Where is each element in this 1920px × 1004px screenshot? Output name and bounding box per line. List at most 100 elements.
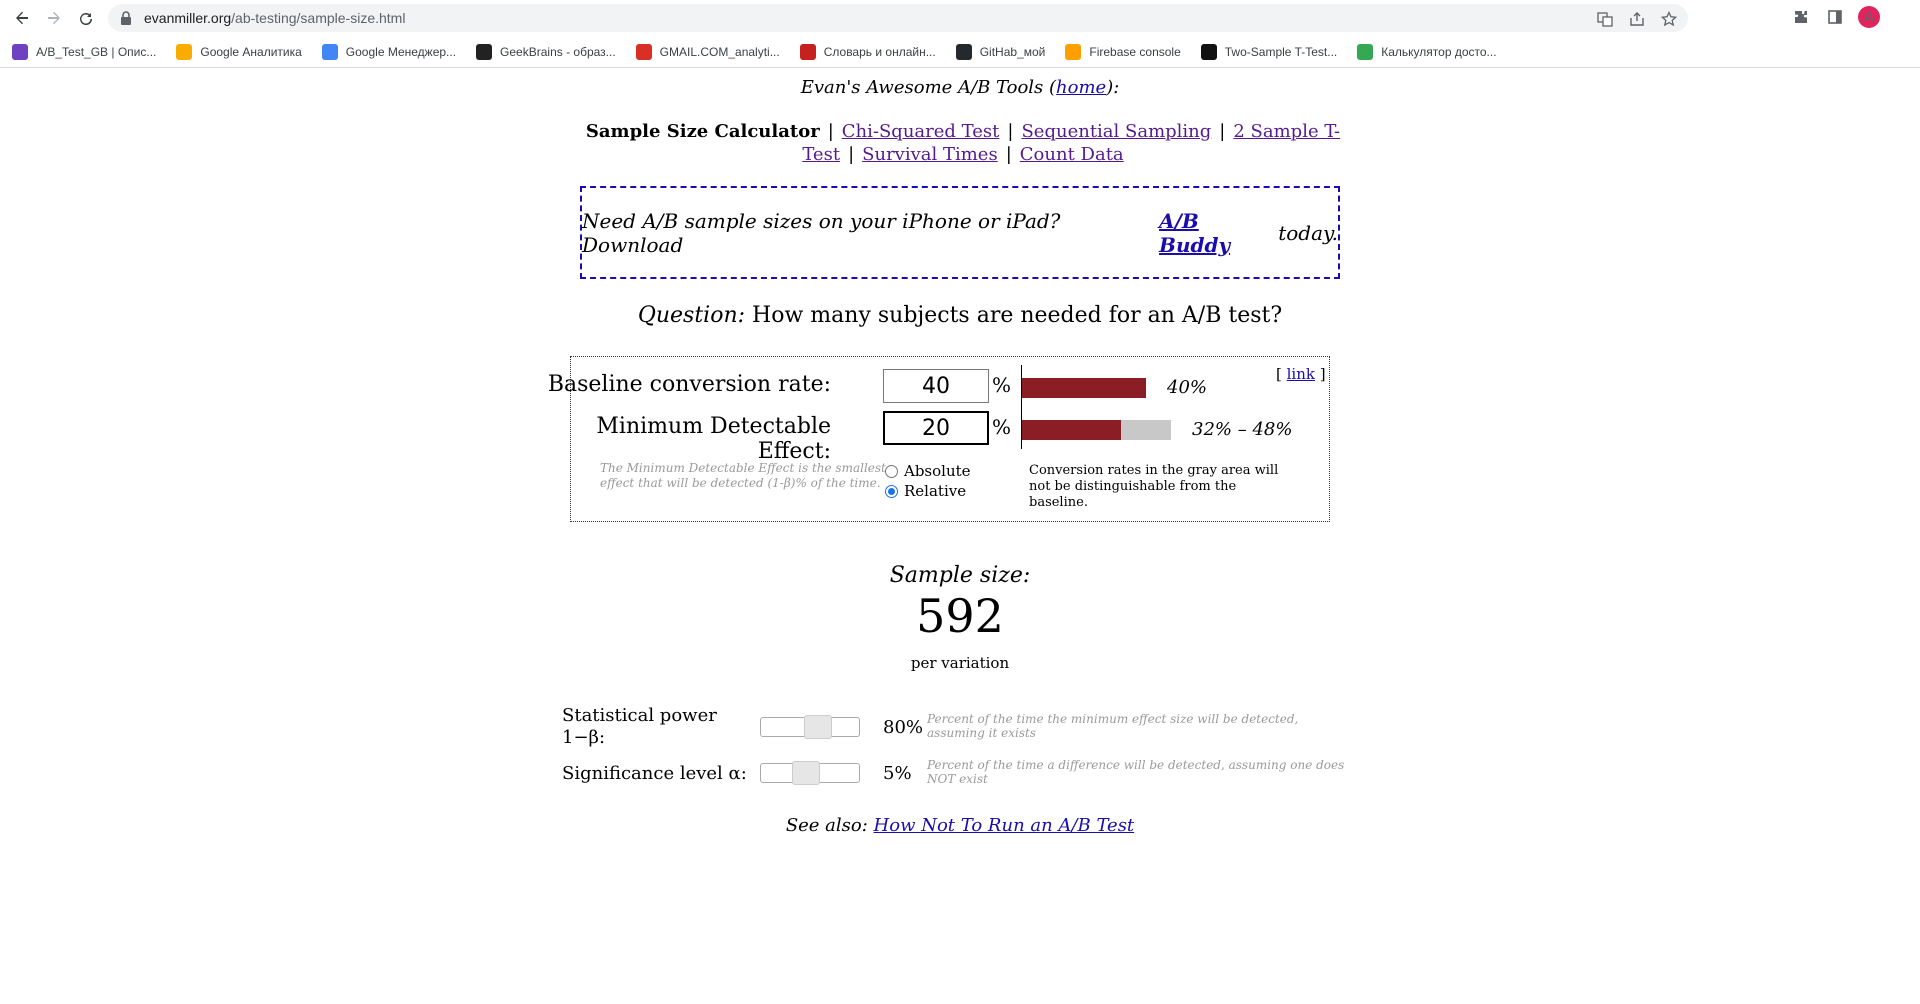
- bookmark-item[interactable]: Google Аналитика: [176, 43, 302, 60]
- see-also-label: See also:: [785, 815, 868, 836]
- question: Question: How many subjects are needed f…: [0, 303, 1920, 328]
- extensions-icon[interactable]: [1790, 6, 1812, 28]
- nav-separator: |: [827, 121, 834, 142]
- baseline-bar: [1022, 378, 1146, 398]
- mode-relative-option[interactable]: Relative: [885, 481, 971, 501]
- side-panel-icon[interactable]: [1824, 6, 1846, 28]
- see-also: See also: How Not To Run an A/B Test: [0, 815, 1920, 836]
- bookmark-label: Two-Sample T-Test...: [1224, 44, 1338, 59]
- bookmark-label: GitHab_мой: [979, 44, 1046, 59]
- nav-separator: |: [1219, 121, 1226, 142]
- bookmark-item[interactable]: Словарь и онлайн...: [799, 43, 936, 60]
- bookmark-label: Firebase console: [1089, 44, 1181, 59]
- power-label-line2: 1−β:: [562, 727, 606, 748]
- mode-relative-label: Relative: [904, 482, 967, 500]
- bookmark-label: Google Аналитика: [200, 44, 302, 59]
- calculator-panel: [ link ] Baseline conversion rate: % Min…: [548, 356, 1330, 522]
- nav-separator: |: [848, 144, 855, 165]
- power-value: 80%: [883, 717, 924, 738]
- url-path: /ab-testing/sample-size.html: [231, 10, 406, 26]
- url-domain: evanmiller.org: [144, 10, 232, 26]
- browser-toolbar: evanmiller.org/ab-testing/sample-size.ht…: [0, 0, 1920, 36]
- bookmark-item[interactable]: GitHab_мой: [955, 43, 1046, 60]
- alpha-value: 5%: [883, 763, 912, 784]
- reload-icon[interactable]: [74, 6, 98, 30]
- bookmark-item[interactable]: Firebase console: [1065, 43, 1181, 60]
- bookmark-favicon-icon: [321, 43, 338, 60]
- bookmark-label: GeekBrains - образ...: [500, 44, 616, 59]
- share-icon[interactable]: [1628, 10, 1646, 28]
- mde-mode-group: Absolute Relative: [885, 461, 971, 501]
- address-bar[interactable]: evanmiller.org/ab-testing/sample-size.ht…: [108, 4, 1688, 32]
- back-icon[interactable]: [10, 6, 34, 30]
- baseline-input[interactable]: [883, 369, 989, 403]
- question-label: Question:: [637, 303, 746, 328]
- power-label: Statistical power 1−β:: [562, 705, 717, 749]
- translate-icon[interactable]: [1596, 10, 1614, 28]
- mde-label: Minimum Detectable Effect:: [596, 414, 831, 464]
- mode-absolute-radio[interactable]: [885, 464, 898, 478]
- alpha-slider-thumb[interactable]: [792, 761, 821, 785]
- site-title: Evan's Awesome A/B Tools (home):: [0, 77, 1920, 98]
- question-text: How many subjects are needed for an A/B …: [752, 303, 1283, 328]
- ab-buddy-link[interactable]: A/B Buddy: [1159, 209, 1274, 257]
- mde-low-bar: [1022, 420, 1122, 440]
- tools-nav: Sample Size Calculator | Chi-Squared Test |…: [558, 120, 1368, 166]
- mode-absolute-option[interactable]: Absolute: [885, 461, 971, 481]
- lock-icon: [120, 11, 134, 25]
- bookmark-item[interactable]: A/B_Test_GB | Опис...: [12, 43, 156, 60]
- permalink: [ link ]: [1276, 365, 1326, 383]
- bookmark-favicon-icon: [1357, 43, 1374, 60]
- nav-separator: |: [1005, 144, 1012, 165]
- alpha-label: Significance level α:: [562, 763, 747, 784]
- baseline-label: Baseline conversion rate:: [547, 372, 831, 397]
- nav-separator: |: [1007, 121, 1014, 142]
- bookmark-item[interactable]: GMAIL.COM_analyti...: [635, 43, 780, 60]
- mde-range-label: 32% – 48%: [1192, 419, 1293, 440]
- power-slider[interactable]: [760, 715, 860, 739]
- power-label-line1: Statistical power: [562, 705, 717, 726]
- sample-size-unit: per variation: [910, 654, 1010, 672]
- alpha-slider[interactable]: [760, 761, 860, 785]
- page-content: Evan's Awesome A/B Tools (home): Sample …: [0, 69, 1920, 1004]
- mode-relative-radio[interactable]: [885, 484, 898, 498]
- bookmark-favicon-icon: [635, 43, 652, 60]
- nav-link-sequential[interactable]: Sequential Sampling: [1021, 121, 1211, 142]
- power-slider-thumb[interactable]: [803, 715, 832, 739]
- power-description: Percent of the time the minimum effect s…: [927, 712, 1299, 740]
- how-not-to-run-link[interactable]: How Not To Run an A/B Test: [874, 815, 1135, 836]
- bookmark-favicon-icon: [12, 43, 28, 60]
- site-title-prefix: Evan's Awesome A/B Tools (: [800, 77, 1057, 98]
- bookmark-item[interactable]: Two-Sample T-Test...: [1200, 43, 1338, 60]
- bookmark-label: Калькулятор досто...: [1381, 44, 1497, 59]
- bookmark-item[interactable]: Google Менеджер...: [321, 43, 457, 60]
- permalink-link[interactable]: link: [1287, 365, 1315, 383]
- bookmark-item[interactable]: GeekBrains - образ...: [476, 43, 616, 60]
- alpha-description: Percent of the time a difference will be…: [927, 758, 1345, 786]
- forward-icon[interactable]: [42, 6, 66, 30]
- bookmark-label: GMAIL.COM_analyti...: [659, 44, 780, 59]
- nav-link-chi-squared[interactable]: Chi-Squared Test: [842, 121, 1000, 142]
- home-link[interactable]: home: [1056, 77, 1106, 98]
- bookmark-item[interactable]: Калькулятор досто...: [1357, 43, 1497, 60]
- gray-area-note: Conversion rates in the gray area will n…: [1029, 463, 1279, 510]
- bookmark-favicon-icon: [955, 43, 972, 60]
- nav-current-tool: Sample Size Calculator: [585, 121, 820, 142]
- bookmark-favicon-icon: [1200, 43, 1217, 60]
- bookmark-label: Google Менеджер...: [345, 44, 457, 59]
- mde-unit: %: [992, 415, 1012, 439]
- bookmark-star-icon[interactable]: [1660, 10, 1678, 28]
- mde-input[interactable]: [883, 411, 989, 445]
- sample-size-value: 592: [916, 589, 1004, 643]
- baseline-bar-label: 40%: [1167, 377, 1208, 398]
- nav-link-survival[interactable]: Survival Times: [862, 144, 998, 165]
- promo-text: Need A/B sample sizes on your iPhone or …: [582, 208, 1061, 257]
- site-title-suffix: ):: [1106, 77, 1120, 98]
- bookmark-favicon-icon: [476, 43, 493, 60]
- bookmark-favicon-icon: [799, 43, 816, 60]
- profile-avatar[interactable]: A: [1858, 6, 1880, 28]
- bookmark-label: Словарь и онлайн...: [823, 44, 936, 59]
- mode-absolute-label: Absolute: [904, 462, 971, 480]
- nav-link-count-data[interactable]: Count Data: [1020, 144, 1124, 165]
- mde-note: The Minimum Detectable Effect is the sma…: [600, 461, 886, 490]
